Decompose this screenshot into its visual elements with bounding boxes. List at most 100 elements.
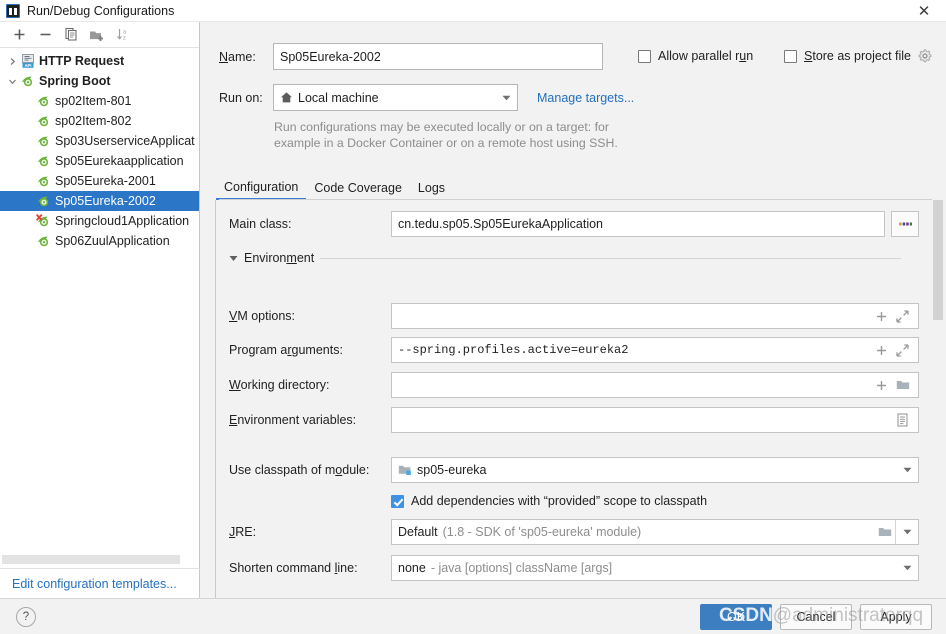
main-class-browse-button[interactable] [891,211,919,237]
jre-row: JRE: Default (1.8 - SDK of 'sp05-eureka'… [229,519,919,545]
expand-icon[interactable] [893,340,912,360]
help-button[interactable]: ? [16,606,36,627]
use-classpath-of-module-row: Use classpath of module: sp05-eureka [229,457,919,483]
name-label: Name: [219,49,256,64]
chevron-right-icon[interactable] [4,53,20,69]
run-on-dropdown[interactable]: Local machine [273,84,518,111]
remove-configuration-button[interactable] [32,24,58,46]
edit-configuration-templates-link[interactable]: Edit configuration templates... [12,577,177,591]
store-as-project-file-label: Store as project file [804,49,912,63]
tree-horizontal-scrollbar[interactable] [2,555,180,564]
shorten-command-line-description: - java [options] className [args] [430,561,613,575]
tree-item-spring-boot[interactable]: Spring Boot [0,71,199,91]
tree-item-sp03userservice-application[interactable]: Sp03UserserviceApplicat [0,131,199,151]
editor-tabs[interactable]: Configuration Code Coverage Logs [216,174,453,200]
checkbox-box[interactable] [638,49,651,63]
chevron-down-icon[interactable] [495,85,517,110]
spring-boot-icon [36,193,52,209]
plus-icon[interactable] [872,375,891,395]
configurations-tree[interactable]: API HTTP Request Spring Boot sp02Item-80… [0,49,199,568]
close-icon[interactable]: ✕ [902,0,946,22]
configuration-vertical-scrollbar[interactable] [933,200,943,320]
tree-item-http-request[interactable]: API HTTP Request [0,51,199,71]
tree-item-label: Sp06ZuulApplication [55,234,170,248]
tab-logs[interactable]: Logs [410,176,453,200]
working-directory-label: Working directory: [229,378,330,392]
tree-item-sp05eureka-2001[interactable]: Sp05Eureka-2001 [0,171,199,191]
use-classpath-of-module-dropdown[interactable]: sp05-eureka [391,457,919,483]
spring-boot-icon [36,93,52,109]
tree-item-sp05eureka-2002[interactable]: Sp05Eureka-2002 [0,191,199,211]
folder-icon[interactable] [874,520,896,544]
home-icon [280,91,293,104]
tree-item-sp05eurekaapplication[interactable]: Sp05Eurekaapplication [0,151,199,171]
environment-variables-row: Environment variables: [229,407,919,433]
tree-item-sp06zuulapplication[interactable]: Sp06ZuulApplication [0,231,199,251]
api-request-icon: API [20,53,36,69]
jre-dropdown[interactable]: Default (1.8 - SDK of 'sp05-eureka' modu… [391,519,919,545]
plus-icon[interactable] [872,306,891,326]
ok-button[interactable]: OK [700,603,772,630]
tab-configuration[interactable]: Configuration [216,176,307,200]
working-directory-actions [872,375,916,395]
plus-icon[interactable] [872,340,891,360]
folder-icon[interactable] [893,375,912,395]
tree-item-sp02item-801[interactable]: sp02Item-801 [0,91,199,111]
shorten-value-wrap: none - java [options] className [args] [392,561,896,575]
chevron-down-icon[interactable] [896,520,918,544]
triangle-down-icon[interactable] [229,255,238,262]
run-on-hint: Run configurations may be executed local… [274,119,834,151]
store-as-project-file-checkbox[interactable]: Store as project file [784,49,932,63]
expand-icon[interactable] [893,306,912,326]
run-on-hint-line2: example in a Docker Container or on a re… [274,136,618,150]
jre-value: Default [398,525,438,539]
name-input[interactable]: Sp05Eureka-2002 [273,43,603,70]
tab-separator [219,199,932,200]
add-dependencies-checkbox[interactable]: Add dependencies with “provided” scope t… [391,494,707,508]
svg-text:z: z [123,36,126,42]
program-arguments-input[interactable]: --spring.profiles.active=eureka2 [391,337,919,363]
environment-section-header[interactable]: Environment [229,251,901,265]
shorten-command-line-dropdown[interactable]: none - java [options] className [args] [391,555,919,581]
name-input-value: Sp05Eureka-2002 [280,49,381,64]
shorten-command-line-row: Shorten command line: none - java [optio… [229,555,919,581]
run-on-label: Run on: [219,90,263,105]
environment-section-divider [320,257,901,259]
name-row: Name: Sp05Eureka-2002 [219,43,603,70]
list-icon[interactable] [893,410,912,430]
program-arguments-value: --spring.profiles.active=eureka2 [398,343,629,357]
svg-text:API: API [25,63,32,68]
tree-item-sp02item-802[interactable]: sp02Item-802 [0,111,199,131]
spring-boot-error-icon [36,213,52,229]
apply-button[interactable]: Apply [860,603,932,630]
tree-item-springcloud1application[interactable]: Springcloud1Application [0,211,199,231]
vm-options-label: VM options: [229,309,296,323]
main-class-input[interactable]: cn.tedu.sp05.Sp05EurekaApplication [391,211,885,237]
shorten-command-line-label: Shorten command line: [229,561,358,575]
gear-icon[interactable] [918,49,932,63]
chevron-down-icon[interactable] [4,73,20,89]
tree-item-label: HTTP Request [39,54,125,68]
cancel-button[interactable]: Cancel [780,603,852,630]
sort-alphabetical-icon[interactable]: a z [110,24,136,46]
jre-value-wrap: Default (1.8 - SDK of 'sp05-eureka' modu… [392,525,874,539]
checkbox-box[interactable] [784,49,797,63]
folder-plus-icon[interactable] [84,24,110,46]
module-value-wrap: sp05-eureka [392,463,896,477]
checkbox-box[interactable] [391,494,404,508]
chevron-down-icon[interactable] [896,458,918,482]
vm-options-actions [872,306,916,326]
environment-variables-input[interactable] [391,407,919,433]
allow-parallel-run-checkbox[interactable]: Allow parallel run [638,49,753,63]
run-debug-configurations-dialog: Run/Debug Configurations ✕ a z API HTTP … [0,0,946,634]
run-on-hint-line1: Run configurations may be executed local… [274,120,609,134]
manage-targets-link[interactable]: Manage targets... [537,91,634,105]
tab-code-coverage[interactable]: Code Coverage [306,176,410,200]
add-configuration-button[interactable] [6,24,32,46]
copy-configuration-button[interactable] [58,24,84,46]
vm-options-row: VM options: [229,303,919,329]
chevron-down-icon[interactable] [896,556,918,580]
vm-options-input[interactable] [391,303,919,329]
program-arguments-label: Program arguments: [229,343,343,357]
working-directory-input[interactable] [391,372,919,398]
